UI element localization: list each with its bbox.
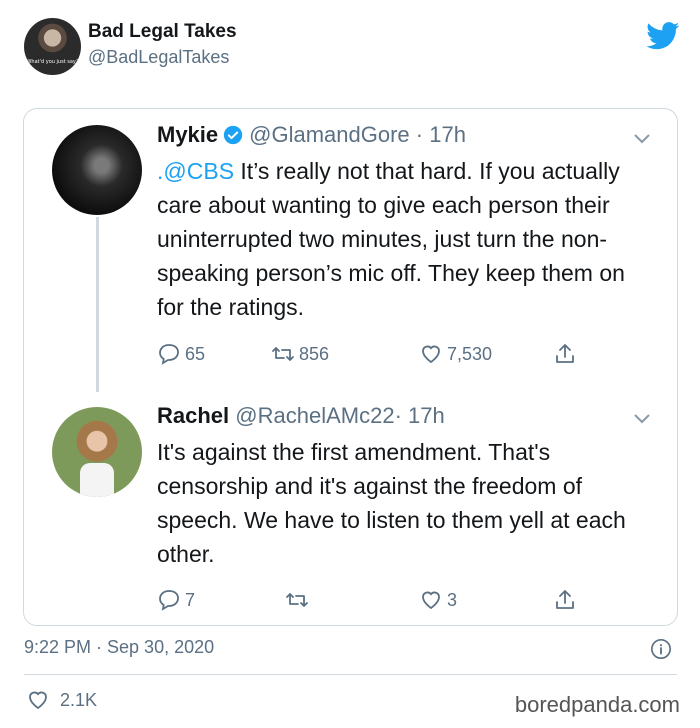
reply-count: 7 xyxy=(185,589,196,610)
reply-button[interactable]: 65 xyxy=(157,342,205,366)
reply-icon xyxy=(159,344,179,365)
share-icon xyxy=(556,344,574,363)
like-count: 3 xyxy=(447,589,458,610)
reply-icon xyxy=(159,590,179,611)
chevron-down-icon[interactable] xyxy=(633,413,651,425)
retweet-count: 856 xyxy=(299,343,330,364)
like-button[interactable]: 3 xyxy=(419,588,457,612)
footer-divider xyxy=(24,674,677,675)
share-icon xyxy=(556,590,574,609)
info-icon[interactable] xyxy=(650,638,672,660)
account-handle[interactable]: @BadLegalTakes xyxy=(88,47,229,68)
share-button[interactable] xyxy=(553,342,577,366)
tweet-timestamp[interactable]: 9:22 PM · Sep 30, 2020 xyxy=(24,637,214,658)
verified-badge-icon xyxy=(223,125,243,145)
like-button[interactable]: 7,530 xyxy=(419,342,492,366)
twitter-bird-icon[interactable] xyxy=(646,22,680,50)
cbs-mention-link[interactable]: .@CBS xyxy=(157,158,234,184)
retweet-button[interactable] xyxy=(285,588,313,612)
retweet-button[interactable]: 856 xyxy=(271,342,329,366)
retweet-icon xyxy=(286,593,308,607)
tweet-header: What'd you just say? Bad Legal Takes @Ba… xyxy=(24,18,680,78)
tweet1-header: Mykie @GlamandGore · 17h xyxy=(157,122,466,148)
chevron-down-icon[interactable] xyxy=(633,133,651,145)
tweet1-time[interactable]: · 17h xyxy=(416,122,466,147)
mykie-avatar[interactable] xyxy=(52,125,142,215)
footer-like-button[interactable]: 2.1K xyxy=(26,688,97,712)
reply-button[interactable]: 7 xyxy=(157,588,195,612)
share-button[interactable] xyxy=(553,588,577,612)
tweet2-name[interactable]: Rachel xyxy=(157,403,229,428)
footer-like-count: 2.1K xyxy=(60,689,98,710)
tweet2-body: It's against the first amendment. That's… xyxy=(157,439,626,567)
like-count: 7,530 xyxy=(447,343,493,364)
account-avatar[interactable]: What'd you just say? xyxy=(24,18,81,75)
tweet2-header: Rachel @RachelAMc22· 17h xyxy=(157,403,445,429)
heart-icon xyxy=(29,691,47,710)
rachel-avatar[interactable] xyxy=(52,407,142,497)
retweet-icon xyxy=(272,347,294,361)
boredpanda-watermark: boredpanda.com xyxy=(514,692,680,717)
thread-connector xyxy=(96,217,99,392)
tweet1-text: .@CBS It’s really not that hard. If you … xyxy=(157,154,657,324)
account-name[interactable]: Bad Legal Takes xyxy=(88,21,237,43)
tweet2-handle[interactable]: @RachelAMc22 xyxy=(235,403,394,428)
heart-icon xyxy=(422,345,440,364)
heart-icon xyxy=(422,591,440,610)
reply-count: 65 xyxy=(185,343,206,364)
tweet2-time[interactable]: · 17h xyxy=(395,403,445,428)
tweet1-handle[interactable]: @GlamandGore xyxy=(249,122,410,147)
tweet1-name[interactable]: Mykie xyxy=(157,122,218,147)
avatar-caption: What'd you just say? xyxy=(26,59,79,65)
quoted-thread-card[interactable]: Mykie @GlamandGore · 17h .@CBS It’s reall… xyxy=(23,108,678,626)
